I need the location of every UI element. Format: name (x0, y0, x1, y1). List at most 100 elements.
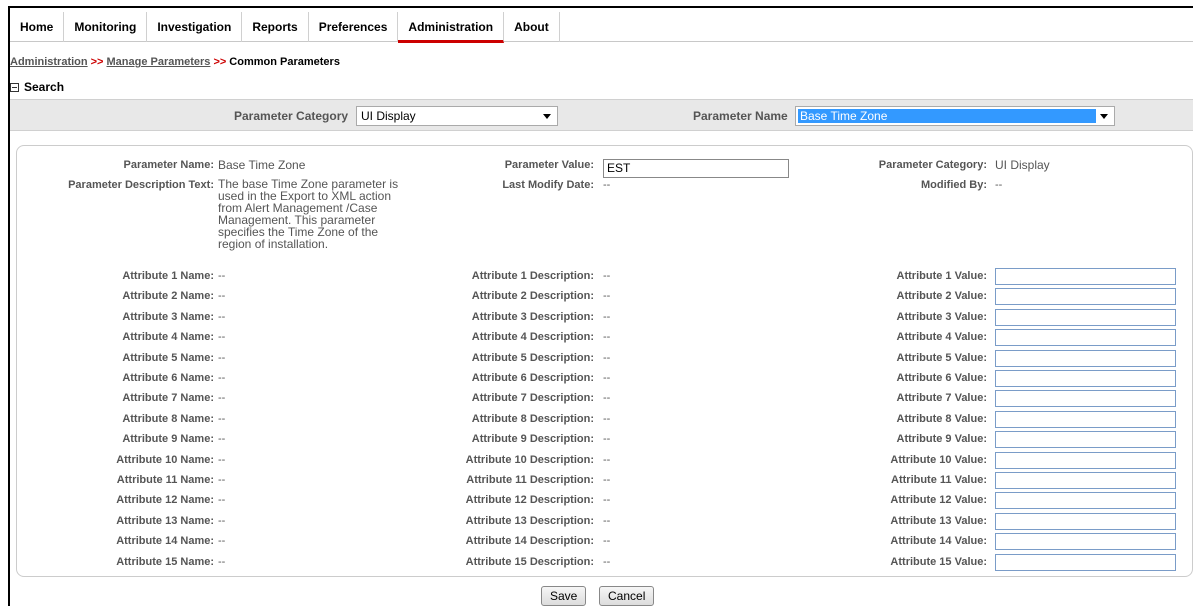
parameter-name-selected: Base Time Zone (798, 109, 1096, 123)
attribute-5-name-label: Attribute 5 Name: (122, 352, 214, 364)
attribute-4-value-input[interactable] (995, 329, 1176, 346)
attribute-8-description-value: -- (603, 413, 611, 425)
attribute-9-value-input[interactable] (995, 431, 1176, 448)
attribute-8-value-input[interactable] (995, 411, 1176, 428)
attribute-1-value-label: Attribute 1 Value: (896, 270, 987, 282)
cancel-button[interactable]: Cancel (599, 586, 655, 606)
parameter-category-field-label: Parameter Category: (878, 159, 987, 171)
attribute-12-description-value: -- (603, 494, 611, 506)
nav-tab-investigation[interactable]: Investigation (147, 12, 243, 42)
parameter-description-label: Parameter Description Text: (68, 179, 214, 191)
attribute-4-description-label: Attribute 4 Description: (471, 331, 594, 343)
nav-tab-reports[interactable]: Reports (242, 12, 309, 42)
attribute-14-value-input[interactable] (995, 533, 1176, 550)
search-section-header: Search (10, 80, 64, 94)
attribute-11-value-input[interactable] (995, 472, 1176, 489)
attribute-3-description-label: Attribute 3 Description: (471, 311, 594, 323)
breadcrumb-current: Common Parameters (229, 56, 340, 68)
attribute-8-value-label: Attribute 8 Value: (896, 413, 987, 425)
parameter-name-select[interactable]: Base Time Zone (795, 106, 1115, 126)
attribute-14-name-label: Attribute 14 Name: (116, 535, 214, 547)
collapse-icon[interactable] (10, 82, 19, 92)
parameter-category-value: UI Display (995, 158, 1050, 172)
attribute-12-description-label: Attribute 12 Description: (465, 494, 594, 506)
parameter-detail-panel: Parameter Name: Base Time Zone Parameter… (16, 145, 1193, 577)
nav-tab-administration[interactable]: Administration (398, 12, 505, 43)
nav-tab-preferences[interactable]: Preferences (309, 12, 399, 42)
parameter-category-selected: UI Display (361, 109, 416, 123)
breadcrumb: Administration >> Manage Parameters >> Commo… (10, 56, 340, 68)
attribute-10-description-label: Attribute 10 Description: (465, 454, 594, 466)
attribute-14-value-label: Attribute 14 Value: (890, 535, 987, 547)
attribute-9-name-value: -- (218, 433, 226, 445)
attribute-3-name-label: Attribute 3 Name: (122, 311, 214, 323)
nav-tab-monitoring[interactable]: Monitoring (64, 12, 148, 42)
attribute-6-description-value: -- (603, 372, 611, 384)
attribute-6-name-value: -- (218, 372, 226, 384)
attribute-5-value-label: Attribute 5 Value: (896, 352, 987, 364)
attribute-11-description-label: Attribute 11 Description: (466, 474, 594, 486)
save-button[interactable]: Save (541, 586, 587, 606)
attribute-9-value-label: Attribute 9 Value: (896, 433, 987, 445)
attribute-6-value-input[interactable] (995, 370, 1176, 387)
attribute-10-value-label: Attribute 10 Value: (890, 454, 987, 466)
last-modify-date-value: -- (603, 179, 611, 191)
attribute-9-description-label: Attribute 9 Description: (471, 433, 594, 445)
attribute-4-description-value: -- (603, 331, 611, 343)
attribute-1-value-input[interactable] (995, 268, 1176, 285)
nav-tab-home[interactable]: Home (10, 12, 65, 42)
attribute-13-value-input[interactable] (995, 513, 1176, 530)
attribute-5-description-value: -- (603, 352, 611, 364)
attribute-2-value-input[interactable] (995, 288, 1176, 305)
attribute-10-name-value: -- (218, 454, 226, 466)
breadcrumb-link-administration[interactable]: Administration (10, 56, 88, 68)
attribute-1-description-value: -- (603, 270, 611, 282)
attribute-13-name-label: Attribute 13 Name: (116, 515, 214, 527)
attribute-15-value-input[interactable] (995, 554, 1176, 571)
attribute-4-name-label: Attribute 4 Name: (122, 331, 214, 343)
attribute-5-value-input[interactable] (995, 350, 1176, 367)
dropdown-arrow-icon (543, 114, 551, 119)
attribute-6-value-label: Attribute 6 Value: (896, 372, 987, 384)
attribute-11-name-label: Attribute 11 Name: (116, 474, 214, 486)
attribute-4-name-value: -- (218, 331, 226, 343)
attribute-15-description-value: -- (603, 556, 611, 568)
attribute-8-name-label: Attribute 8 Name: (122, 413, 214, 425)
dropdown-arrow-icon (1100, 114, 1108, 119)
modified-by-label: Modified By: (921, 179, 987, 191)
attribute-12-value-input[interactable] (995, 492, 1176, 509)
attribute-5-name-value: -- (218, 352, 226, 364)
attribute-11-name-value: -- (218, 474, 226, 486)
attribute-6-name-label: Attribute 6 Name: (122, 372, 214, 384)
attribute-9-description-value: -- (603, 433, 611, 445)
attribute-11-value-label: Attribute 11 Value: (891, 474, 987, 486)
attribute-7-name-label: Attribute 7 Name: (122, 392, 214, 404)
attribute-2-description-value: -- (603, 290, 611, 302)
attribute-14-name-value: -- (218, 535, 226, 547)
parameter-category-label: Parameter Category (234, 109, 349, 123)
app-frame: Home Monitoring Investigation Reports Pr… (8, 6, 1193, 606)
attribute-12-value-label: Attribute 12 Value: (890, 494, 987, 506)
parameter-description-text: The base Time Zone parameter is used in … (218, 177, 399, 251)
attribute-2-description-label: Attribute 2 Description: (471, 290, 594, 302)
attribute-1-description-label: Attribute 1 Description: (471, 270, 594, 282)
breadcrumb-link-manage-parameters[interactable]: Manage Parameters (106, 56, 210, 68)
attribute-7-value-input[interactable] (995, 390, 1176, 407)
breadcrumb-separator: >> (213, 56, 227, 68)
parameter-name-label: Parameter Name (693, 109, 788, 123)
attribute-14-description-label: Attribute 14 Description: (465, 535, 594, 547)
parameter-category-select[interactable]: UI Display (356, 106, 558, 126)
attribute-13-name-value: -- (218, 515, 226, 527)
attribute-11-description-value: -- (603, 474, 611, 486)
attribute-3-value-input[interactable] (995, 309, 1176, 326)
modified-by-value: -- (995, 179, 1003, 191)
attribute-15-name-label: Attribute 15 Name: (116, 556, 214, 568)
attribute-2-value-label: Attribute 2 Value: (896, 290, 987, 302)
attribute-13-description-value: -- (603, 515, 611, 527)
parameter-value-input[interactable]: EST (603, 159, 789, 178)
attribute-12-name-label: Attribute 12 Name: (116, 494, 214, 506)
nav-tab-about[interactable]: About (504, 12, 560, 42)
attribute-10-value-input[interactable] (995, 452, 1176, 469)
attribute-7-description-value: -- (603, 392, 611, 404)
attribute-9-name-label: Attribute 9 Name: (122, 433, 214, 445)
